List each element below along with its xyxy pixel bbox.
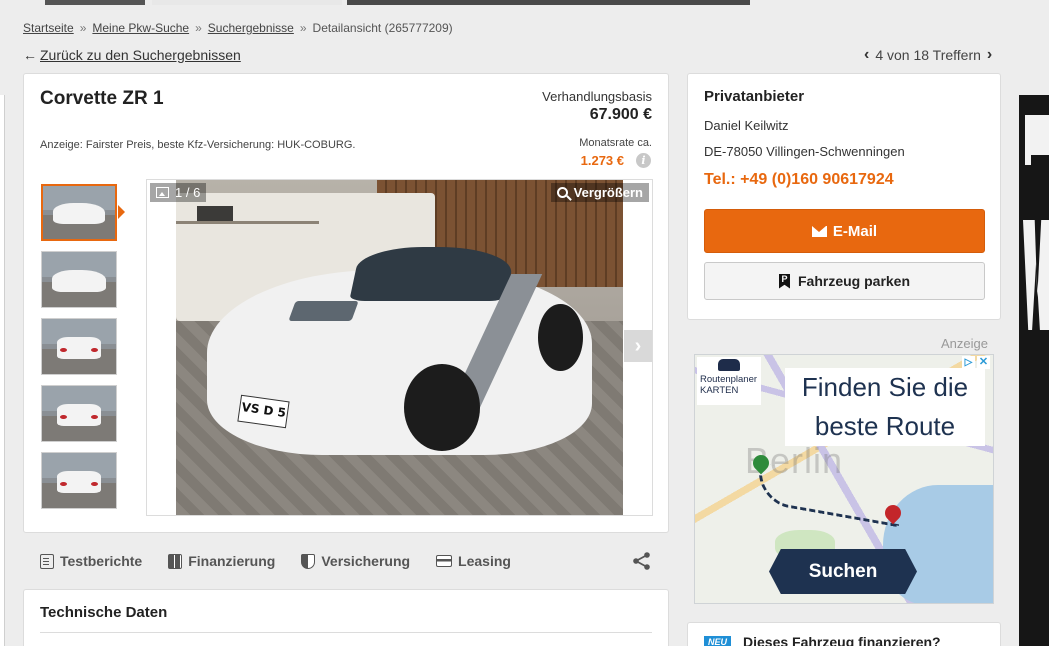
- arrow-left-icon: ←: [23, 47, 37, 63]
- new-badge: NEU: [704, 636, 732, 646]
- info-icon[interactable]: i: [636, 153, 651, 168]
- action-leasing[interactable]: Leasing: [436, 553, 511, 569]
- breadcrumb-suchergebnisse[interactable]: Suchergebnisse: [208, 21, 294, 35]
- divider: [40, 632, 652, 633]
- thumbnail-3[interactable]: [41, 318, 117, 375]
- action-finanzierung[interactable]: Finanzierung: [168, 553, 275, 569]
- envelope-icon: [811, 225, 827, 237]
- ad-headline: Finden Sie die beste Route: [785, 368, 985, 446]
- breadcrumb-current: Detailansicht (265777209): [312, 21, 453, 35]
- finance-title[interactable]: Dieses Fahrzeug finanzieren?: [743, 634, 941, 646]
- technical-data-title: Technische Daten: [40, 604, 168, 621]
- thumbnail-list: [41, 184, 117, 519]
- share-icon[interactable]: [632, 551, 652, 571]
- main-photo-frame: VS D 5 1 / 6 Vergrößern ›: [146, 179, 653, 516]
- photo-counter: 1 / 6: [150, 183, 207, 202]
- finance-card: NEU Dieses Fahrzeug finanzieren?: [687, 622, 1001, 646]
- seller-type: Privatanbieter: [704, 88, 805, 105]
- seller-card: Privatanbieter Daniel Keilwitz DE-78050 …: [687, 73, 1001, 320]
- previous-result-icon[interactable]: ‹: [864, 46, 869, 64]
- monthly-rate[interactable]: 1.273 €: [581, 153, 624, 168]
- zoom-button[interactable]: Vergrößern: [550, 183, 649, 202]
- ad-choices-icon[interactable]: ▷: [962, 356, 975, 369]
- listing-title: Corvette ZR 1: [40, 88, 164, 109]
- thumbnail-5[interactable]: [41, 452, 117, 509]
- seller-name: Daniel Keilwitz: [704, 118, 789, 133]
- main-photo[interactable]: VS D 5: [176, 180, 623, 515]
- document-icon: [40, 553, 54, 569]
- listing-card: Corvette ZR 1 Verhandlungsbasis 67.900 €…: [23, 73, 669, 533]
- action-versicherung[interactable]: Versicherung: [301, 553, 410, 569]
- car-icon: [718, 359, 740, 371]
- ad-label: Anzeige: [941, 336, 988, 351]
- shield-icon: [301, 553, 316, 569]
- zoom-label: Vergrößern: [573, 185, 643, 200]
- image-icon: [156, 187, 169, 198]
- technical-data-card: Technische Daten: [23, 589, 669, 646]
- action-testberichte[interactable]: Testberichte: [40, 553, 142, 569]
- seller-location: DE-78050 Villingen-Schwenningen: [704, 144, 905, 159]
- park-vehicle-button[interactable]: P Fahrzeug parken: [704, 262, 985, 300]
- calculator-icon: [168, 553, 183, 569]
- result-pager: ‹ 4 von 18 Treffern ›: [864, 46, 992, 64]
- listing-actions: Testberichte Finanzierung Versicherung L…: [40, 550, 652, 572]
- next-photo-button[interactable]: ›: [624, 330, 652, 362]
- left-ad-edge: [0, 95, 5, 646]
- bookmark-icon: P: [778, 273, 790, 289]
- back-to-results-link[interactable]: ← Zurück zu den Suchergebnissen: [23, 47, 241, 63]
- route-planner-ad[interactable]: Berlin Routenplaner KARTEN Finden Sie di…: [694, 354, 994, 604]
- thumbnail-4[interactable]: [41, 385, 117, 442]
- monthly-rate-label: Monatsrate ca.: [579, 137, 652, 149]
- price: 67.900 €: [589, 106, 652, 123]
- pager-text: 4 von 18 Treffern: [875, 47, 981, 63]
- breadcrumb-pkw-suche[interactable]: Meine Pkw-Suche: [92, 21, 189, 35]
- ad-close-icon[interactable]: ✕: [977, 356, 990, 369]
- leasing-icon: [436, 555, 453, 567]
- selected-thumbnail-marker: [118, 205, 125, 219]
- price-label: Verhandlungsbasis: [542, 89, 652, 104]
- insurance-ad-text[interactable]: Anzeige: Fairster Preis, beste Kfz-Versi…: [40, 139, 355, 151]
- magnifier-icon: [556, 187, 568, 198]
- top-banner-strip: [0, 0, 1049, 5]
- seller-phone[interactable]: Tel.: +49 (0)160 90617924: [704, 171, 894, 189]
- thumbnail-2[interactable]: [41, 251, 117, 308]
- back-link-label: Zurück zu den Suchergebnissen: [40, 47, 241, 63]
- breadcrumb-startseite[interactable]: Startseite: [23, 21, 74, 35]
- next-result-icon[interactable]: ›: [987, 46, 992, 64]
- ad-logo: Routenplaner KARTEN: [697, 357, 761, 405]
- breadcrumb: Startseite» Meine Pkw-Suche» Suchergebniss…: [23, 21, 453, 35]
- thumbnail-1[interactable]: [41, 184, 117, 241]
- email-button[interactable]: E-Mail: [704, 209, 985, 253]
- ad-search-button[interactable]: Suchen: [769, 549, 917, 594]
- right-ad-edge[interactable]: [1019, 95, 1049, 646]
